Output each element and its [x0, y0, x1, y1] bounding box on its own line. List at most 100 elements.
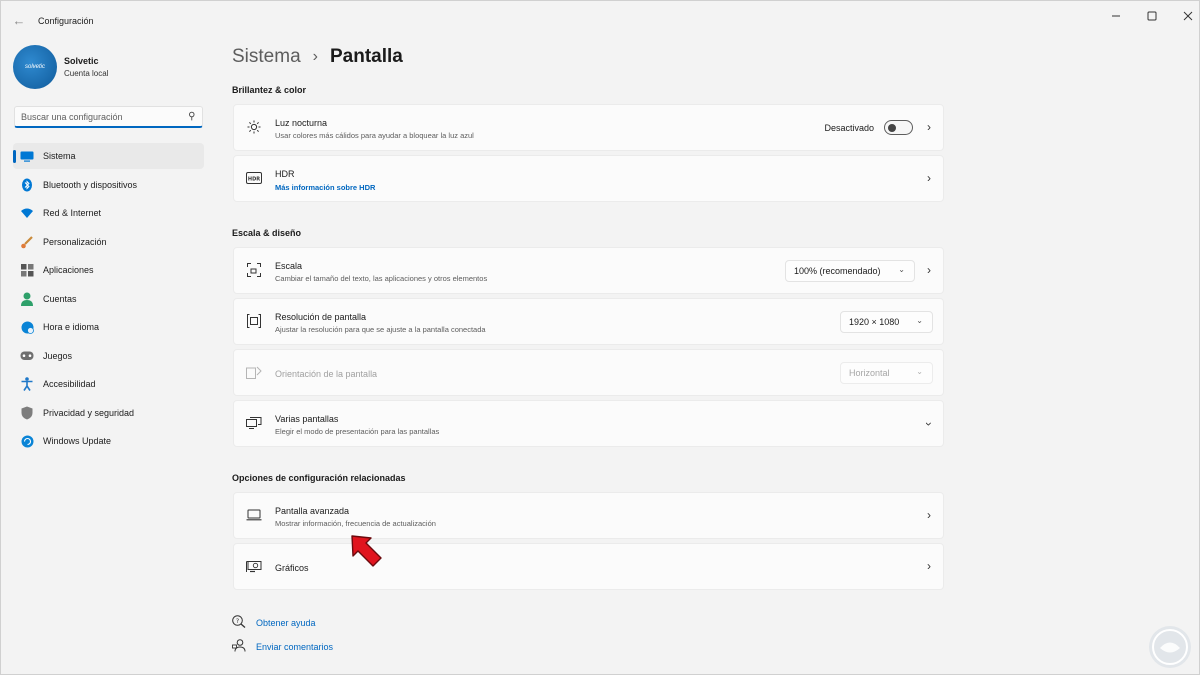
orientation-title: Orientación de la pantalla	[275, 369, 378, 379]
sidebar-item-juegos[interactable]: Juegos	[13, 343, 204, 369]
chevron-right-icon[interactable]: ›	[927, 263, 931, 277]
sidebar-item-label: Red & Internet	[43, 208, 102, 218]
page-title: Pantalla	[329, 46, 403, 67]
hdr-more-info-link[interactable]: Más información sobre HDR	[275, 183, 375, 192]
update-icon	[20, 434, 34, 448]
avatar: solvetic	[13, 45, 57, 89]
section-title-brightness: Brillantez & color	[232, 85, 307, 95]
sidebar-item-red[interactable]: Red & Internet	[13, 200, 204, 226]
advanced-display-subtitle: Mostrar información, frecuencia de actua…	[275, 519, 436, 528]
section-title-related: Opciones de configuración relacionadas	[232, 473, 406, 483]
scale-title: Escala	[275, 261, 303, 271]
wifi-icon	[20, 206, 34, 220]
orientation-card: Orientación de la pantalla Horizontal ⌄	[233, 349, 944, 396]
sidebar-item-label: Sistema	[43, 151, 76, 161]
shield-icon	[20, 406, 34, 420]
resolution-dropdown[interactable]: 1920 × 1080 ⌄	[840, 311, 933, 333]
hdr-icon: HDR	[246, 170, 262, 186]
maximize-button[interactable]	[1134, 5, 1170, 27]
profile-name: Solvetic	[64, 56, 99, 66]
chevron-right-icon[interactable]: ›	[927, 508, 931, 522]
sidebar-item-label: Privacidad y seguridad	[43, 407, 135, 418]
sidebar-item-label: Windows Update	[43, 436, 112, 446]
graphics-title: Gráficos	[275, 563, 309, 573]
chevron-right-icon[interactable]: ›	[927, 120, 931, 134]
accessibility-icon	[20, 377, 34, 391]
hdr-icon-text: HDR	[248, 176, 260, 182]
profile-account-type: Cuenta local	[64, 69, 109, 78]
multiple-displays-card[interactable]: Varias pantallas Elegir el modo de prese…	[233, 400, 944, 447]
sidebar-item-label: Juegos	[43, 350, 73, 361]
toggle-knob	[888, 123, 896, 132]
bluetooth-icon	[20, 178, 34, 192]
sidebar-item-label: Personalización	[43, 236, 107, 247]
sidebar-nav: Sistema Bluetooth y dispositivos Red & I…	[13, 143, 204, 457]
sidebar-item-sistema[interactable]: Sistema	[13, 143, 204, 169]
sidebar-item-label: Hora e idioma	[43, 322, 100, 332]
close-icon	[1183, 11, 1193, 21]
resolution-card[interactable]: Resolución de pantalla Ajustar la resolu…	[233, 298, 944, 345]
multiple-displays-title: Varias pantallas	[275, 414, 339, 424]
scale-subtitle: Cambiar el tamaño del texto, las aplicac…	[275, 274, 488, 283]
search-box: ⚲	[14, 106, 203, 128]
minimize-button[interactable]	[1098, 5, 1134, 27]
breadcrumb-parent[interactable]: Sistema	[232, 46, 301, 68]
graphics-card[interactable]: Gráficos ›	[233, 543, 944, 590]
night-light-subtitle: Usar colores más cálidos para ayudar a b…	[275, 131, 474, 140]
resolution-subtitle: Ajustar la resolución para que se ajuste…	[275, 325, 486, 334]
close-button[interactable]	[1170, 5, 1200, 27]
get-help-link[interactable]: ? Obtener ayuda	[232, 615, 316, 631]
sidebar-item-windows-update[interactable]: Windows Update	[13, 428, 204, 454]
sidebar-item-label: Cuentas	[43, 293, 77, 304]
feedback-icon	[232, 639, 246, 655]
night-light-card[interactable]: Luz nocturna Usar colores más cálidos pa…	[233, 104, 944, 151]
sidebar-item-personalizacion[interactable]: Personalización	[13, 229, 204, 255]
sidebar-item-label: Bluetooth y dispositivos	[43, 179, 138, 190]
scale-dropdown[interactable]: 100% (recomendado) ⌄	[785, 260, 915, 282]
night-light-title: Luz nocturna	[275, 118, 328, 128]
user-profile[interactable]: solvetic Solvetic Cuenta local	[13, 45, 108, 89]
back-arrow-icon: ←	[12, 12, 26, 28]
graphics-card-icon	[246, 558, 262, 574]
apps-icon	[20, 263, 34, 277]
sidebar-item-privacidad[interactable]: Privacidad y seguridad	[13, 400, 204, 426]
advanced-display-title: Pantalla avanzada	[275, 506, 350, 516]
gamepad-icon	[20, 349, 34, 363]
chevron-right-icon[interactable]: ›	[927, 171, 931, 185]
breadcrumb: Sistema › Pantalla	[232, 46, 403, 68]
orientation-icon	[246, 364, 262, 380]
sidebar-item-bluetooth[interactable]: Bluetooth y dispositivos	[13, 172, 204, 198]
sidebar-item-cuentas[interactable]: Cuentas	[13, 286, 204, 312]
search-input[interactable]	[15, 111, 180, 122]
settings-window: ← Configuración solvetic Solvetic Cuenta…	[0, 0, 1200, 675]
hdr-card[interactable]: HDR HDR Más información sobre HDR ›	[233, 155, 944, 202]
globe-icon	[20, 320, 34, 334]
section-title-scale: Escala & diseño	[232, 228, 302, 238]
resize-icon	[246, 262, 262, 278]
advanced-display-card[interactable]: Pantalla avanzada Mostrar información, f…	[233, 492, 944, 539]
night-light-toggle[interactable]	[884, 120, 913, 135]
resolution-icon	[246, 313, 262, 329]
annotation-arrow-icon	[351, 535, 382, 567]
sidebar-item-label: Aplicaciones	[43, 265, 94, 275]
title-bar: ← Configuración	[1, 1, 1199, 37]
send-feedback-link[interactable]: Enviar comentarios	[232, 639, 333, 655]
orientation-dropdown: Horizontal ⌄	[840, 362, 933, 384]
sidebar-item-accesibilidad[interactable]: Accesibilidad	[13, 371, 204, 397]
chevron-right-icon[interactable]: ›	[927, 559, 931, 573]
get-help-label: Obtener ayuda	[256, 618, 316, 628]
brush-icon	[20, 235, 34, 249]
night-light-state: Desactivado	[824, 123, 874, 133]
multiple-displays-subtitle: Elegir el modo de presentación para las …	[275, 427, 440, 436]
maximize-icon	[1147, 11, 1157, 21]
help-icon: ?	[232, 615, 246, 631]
scale-card[interactable]: Escala Cambiar el tamaño del texto, las …	[233, 247, 944, 294]
scale-dropdown-value: 100% (recomendado)	[794, 266, 881, 276]
sidebar-item-aplicaciones[interactable]: Aplicaciones	[13, 257, 204, 283]
minimize-icon	[1112, 15, 1120, 17]
sidebar-item-hora[interactable]: Hora e idioma	[13, 314, 204, 340]
sun-icon	[246, 119, 262, 135]
back-button[interactable]: ←	[9, 10, 29, 30]
chevron-down-icon[interactable]: ›	[922, 422, 936, 426]
search-icon[interactable]: ⚲	[188, 111, 195, 122]
